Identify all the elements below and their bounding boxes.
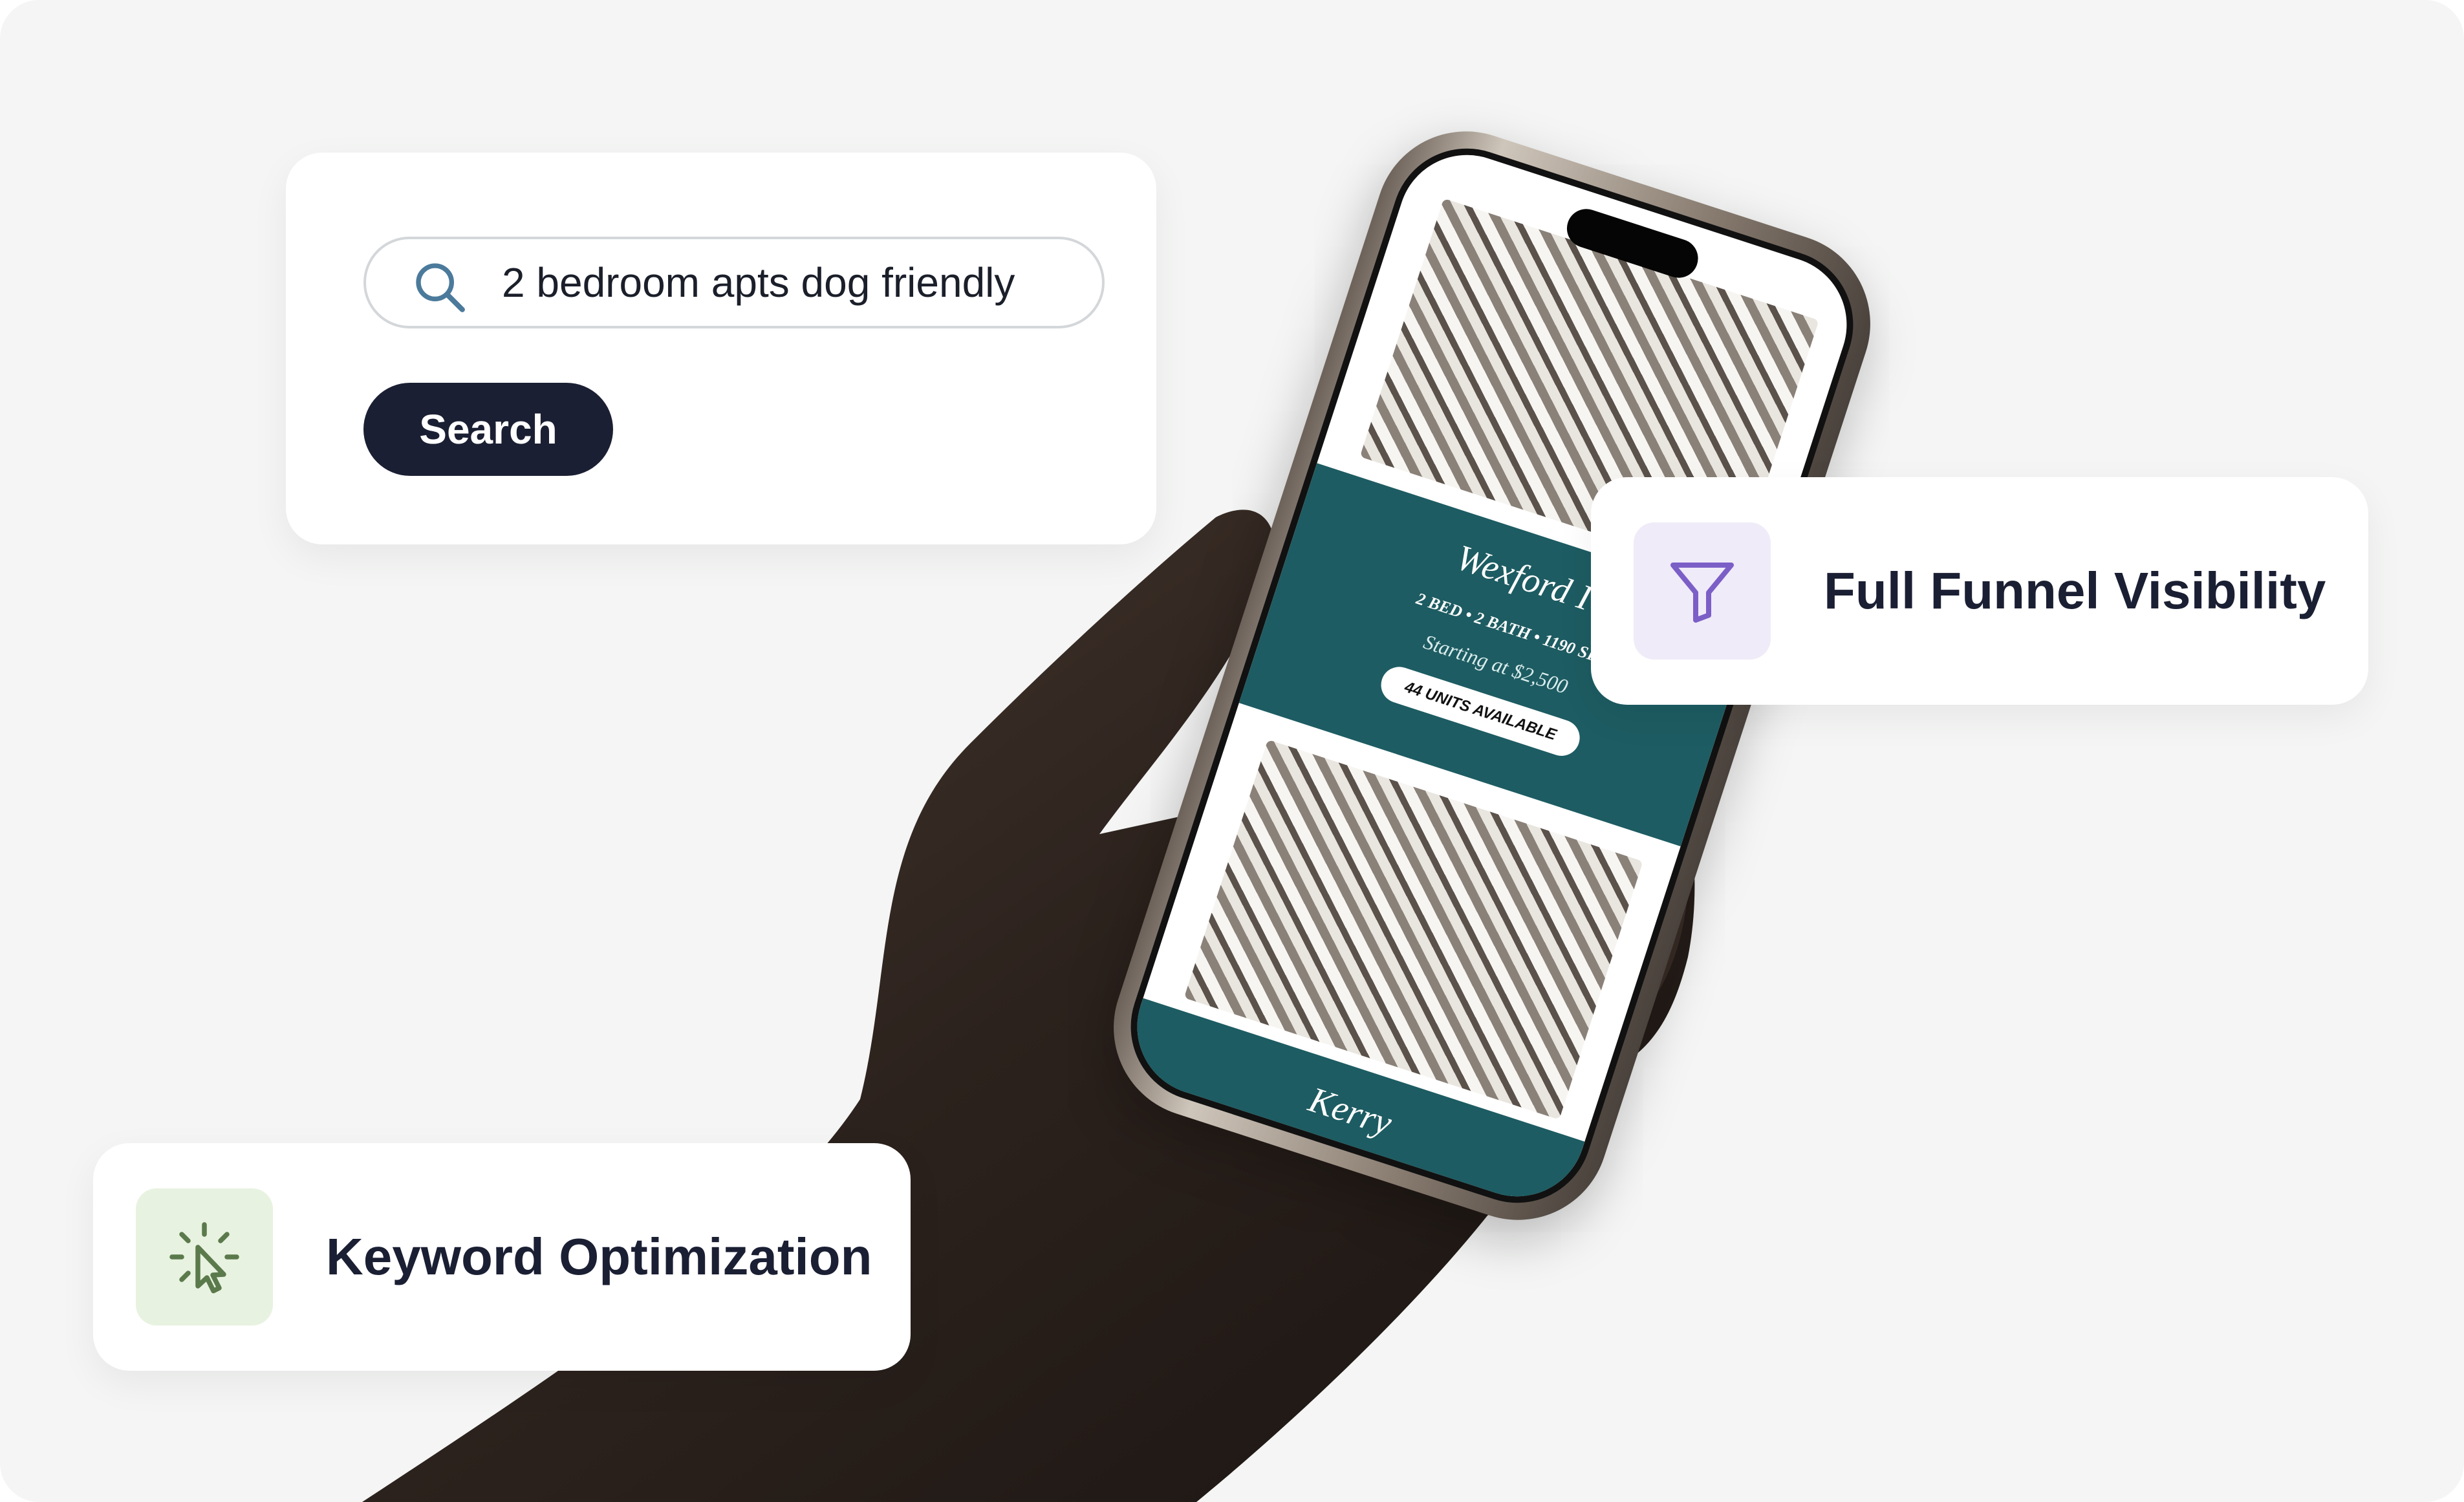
feature-card-funnel: Full Funnel Visibility — [1591, 477, 2368, 705]
search-button[interactable]: Search — [363, 383, 613, 476]
search-input[interactable] — [502, 239, 1084, 326]
hero-stage: Wexford I 2 BED • 2 BATH • 1190 SF Start… — [0, 0, 2464, 1502]
feature-label: Full Funnel Visibility — [1824, 562, 2326, 619]
search-box[interactable] — [363, 237, 1105, 328]
cursor-click-icon — [169, 1222, 239, 1294]
funnel-icon-tile — [1634, 522, 1771, 660]
feature-card-keyword: Keyword Optimization — [93, 1143, 911, 1371]
search-card: Search — [286, 153, 1156, 544]
cursor-click-icon-tile — [136, 1188, 273, 1325]
funnel-icon — [1670, 563, 1734, 623]
search-icon — [416, 263, 465, 312]
feature-label: Keyword Optimization — [326, 1228, 872, 1285]
